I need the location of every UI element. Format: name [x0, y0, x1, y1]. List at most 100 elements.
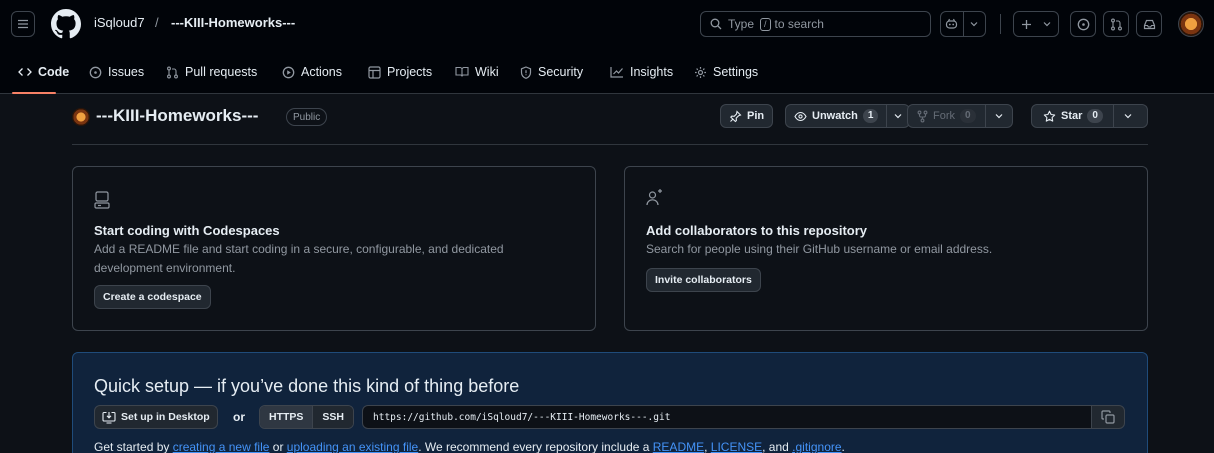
ssh-option[interactable]: SSH [312, 406, 354, 428]
issue-icon [1077, 18, 1090, 31]
tab-wiki[interactable]: Wiki [455, 60, 499, 84]
quick-setup-description: Get started by creating a new file or up… [94, 440, 845, 453]
tab-insights[interactable]: Insights [610, 60, 673, 84]
gitignore-link[interactable]: .gitignore [792, 440, 841, 453]
user-avatar[interactable] [1178, 11, 1204, 37]
desc-text: or [269, 440, 287, 453]
tab-label: Projects [387, 65, 433, 79]
star-label: Star [1061, 110, 1083, 122]
setup-desktop-button[interactable]: Set up in Desktop [94, 405, 218, 429]
desc-text: , and [762, 440, 793, 453]
desc-text: . We recommend every repository include … [418, 440, 653, 453]
fork-icon [917, 110, 928, 123]
repo-owner-avatar [72, 108, 90, 126]
codespaces-icon [94, 191, 110, 209]
star-count: 0 [1087, 109, 1103, 123]
copy-url-button[interactable] [1091, 405, 1125, 429]
tab-label: Settings [713, 65, 759, 79]
play-icon [282, 66, 295, 79]
header-divider [1000, 14, 1001, 34]
breadcrumb-repo[interactable]: ---KIII-Homeworks--- [171, 15, 295, 30]
codespaces-title: Start coding with Codespaces [94, 223, 280, 238]
pin-label: Pin [747, 110, 765, 122]
tab-pull-requests[interactable]: Pull requests [166, 60, 257, 84]
global-header: iSqloud7 / ---KIII-Homeworks--- Type / t… [0, 0, 1214, 94]
hamburger-icon [17, 18, 29, 30]
quick-setup-panel: Quick setup — if you’ve done this kind o… [72, 352, 1148, 453]
active-tab-indicator [12, 92, 56, 94]
copy-icon [1101, 410, 1115, 424]
setup-desktop-label: Set up in Desktop [121, 411, 210, 423]
github-logo-icon[interactable] [51, 9, 81, 39]
graph-icon [610, 66, 624, 78]
or-label: or [233, 410, 245, 424]
watch-label: Unwatch [812, 110, 858, 122]
upload-existing-file-link[interactable]: uploading an existing file [287, 440, 418, 453]
tab-projects[interactable]: Projects [368, 60, 432, 84]
tab-actions[interactable]: Actions [282, 60, 342, 84]
pull-requests-button[interactable] [1103, 11, 1129, 37]
create-new-file-link[interactable]: creating a new file [173, 440, 270, 453]
section-divider [72, 144, 1148, 145]
tab-label: Security [538, 65, 584, 79]
copilot-icon [941, 18, 963, 30]
pin-button[interactable]: Pin [720, 104, 774, 128]
tab-issues[interactable]: Issues [89, 60, 144, 84]
tab-label: Wiki [475, 65, 499, 79]
https-option[interactable]: HTTPS [260, 406, 313, 428]
gear-icon [694, 66, 707, 79]
issue-icon [89, 66, 102, 79]
desktop-download-icon [102, 411, 116, 424]
table-icon [368, 65, 381, 79]
chevron-down-icon [894, 113, 902, 119]
pin-icon [729, 109, 742, 123]
pull-request-icon [166, 66, 179, 79]
search-input[interactable]: Type / to search [700, 11, 931, 37]
tab-label: Actions [301, 65, 342, 79]
issues-button[interactable] [1070, 11, 1096, 37]
tab-security[interactable]: Security [520, 60, 583, 84]
chevron-down-icon [995, 113, 1003, 119]
copilot-button[interactable] [940, 11, 986, 37]
menu-button[interactable] [11, 11, 35, 37]
star-icon [1043, 110, 1056, 123]
watch-button[interactable]: Unwatch 1 [785, 104, 911, 128]
create-codespace-button[interactable]: Create a codespace [94, 285, 211, 309]
tab-code[interactable]: Code [18, 60, 69, 84]
star-button[interactable]: Star 0 [1031, 104, 1148, 128]
readme-link[interactable]: README [653, 440, 704, 453]
repo-tabs: Code Issues Pull requests Actions Projec… [0, 52, 1214, 94]
desc-text: , [704, 440, 711, 453]
desc-text: . [841, 440, 845, 453]
collaborators-card: Add collaborators to this repository Sea… [624, 166, 1148, 331]
license-link[interactable]: LICENSE [711, 440, 762, 453]
tab-settings[interactable]: Settings [694, 60, 758, 84]
search-placeholder-pre: Type [728, 17, 755, 31]
breadcrumb-separator: / [155, 15, 159, 30]
clone-url-input[interactable]: https://github.com/iSqloud7/---KIII-Home… [362, 405, 1092, 429]
repo-name[interactable]: ---KIII-Homeworks--- [96, 106, 258, 126]
search-shortcut-key: / [760, 17, 771, 31]
codespaces-desc-line2: development environment. [94, 261, 236, 275]
collaborators-desc: Search for people using their GitHub use… [646, 242, 993, 256]
desc-text: Get started by [94, 440, 173, 453]
pull-request-icon [1110, 18, 1123, 31]
breadcrumb-owner[interactable]: iSqloud7 [94, 15, 145, 30]
fork-button[interactable]: Fork 0 [907, 104, 1013, 128]
tab-label: Insights [630, 65, 674, 79]
fork-label: Fork [933, 110, 955, 122]
code-icon [18, 66, 32, 78]
inbox-button[interactable] [1136, 11, 1162, 37]
tab-label: Issues [108, 65, 145, 79]
chevron-down-icon [964, 21, 986, 27]
top-bar: iSqloud7 / ---KIII-Homeworks--- Type / t… [0, 0, 1214, 48]
create-new-button[interactable] [1013, 11, 1059, 37]
codespaces-desc-line1: Add a README file and start coding in a … [94, 242, 504, 256]
eye-icon [794, 111, 807, 122]
invite-collaborators-button[interactable]: Invite collaborators [646, 268, 761, 292]
inbox-icon [1143, 18, 1156, 31]
tab-label: Code [38, 65, 70, 79]
person-add-icon [646, 188, 664, 206]
search-icon [710, 18, 722, 30]
quick-setup-title: Quick setup — if you’ve done this kind o… [94, 376, 520, 396]
